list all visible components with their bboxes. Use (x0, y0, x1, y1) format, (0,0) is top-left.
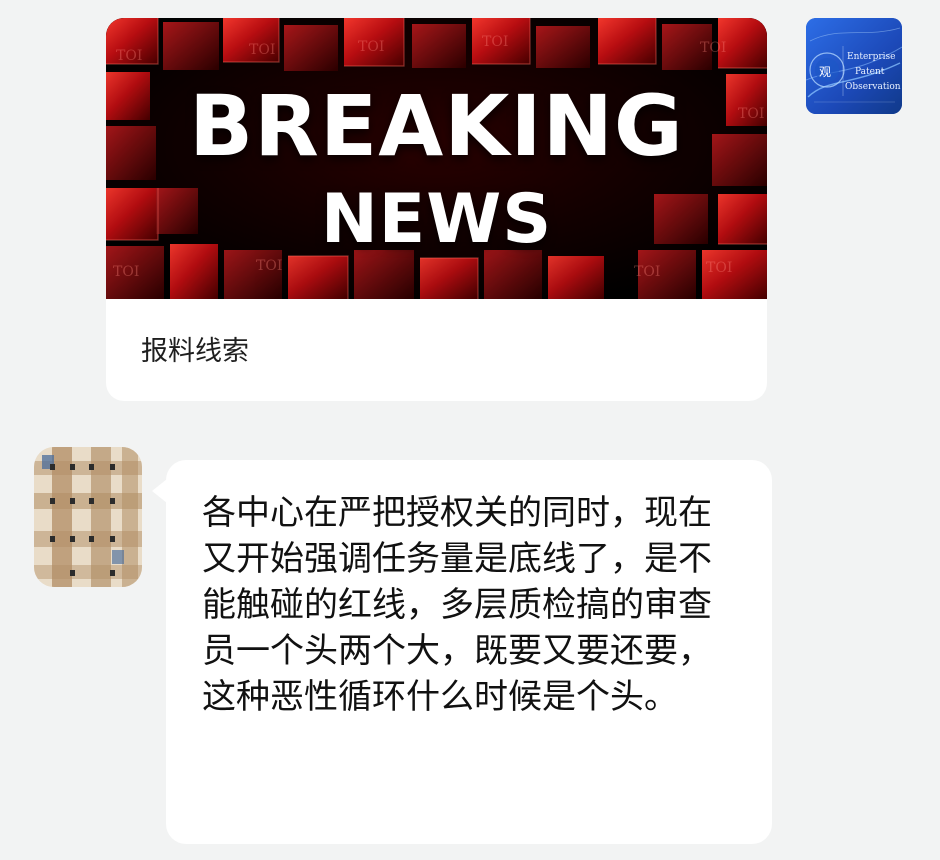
banner-headline-line-2: NEWS (320, 180, 553, 259)
toi-watermark: TOI (482, 34, 508, 50)
cubes-top-row (106, 18, 767, 71)
official-account-avatar[interactable]: 观 Enterprise Patent Observation (806, 18, 902, 114)
logo-text-patent: Patent (855, 67, 885, 77)
toi-watermark: TOI (249, 42, 275, 58)
message-bubble[interactable]: 各中心在严把授权关的同时，现在又开始强调任务量是底线了，是不能触碰的红线，多层质… (166, 460, 772, 844)
toi-watermark: TOI (706, 260, 732, 276)
toi-watermark: TOI (700, 40, 726, 56)
toi-watermark: TOI (634, 264, 660, 280)
toi-watermark: TOI (358, 39, 384, 55)
toi-watermark: TOI (113, 264, 139, 280)
message-bubble-tail (152, 479, 167, 503)
toi-watermark: TOI (116, 48, 142, 64)
article-card-title[interactable]: 报料线索 (141, 334, 249, 370)
article-card[interactable]: TOI TOI TOI TOI TOI TOI TOI TOI TOI TOI … (106, 18, 767, 401)
logo-chinese-character: 观 (819, 65, 832, 79)
logo-text-enterprise: Enterprise (847, 52, 896, 62)
breaking-news-banner[interactable]: TOI TOI TOI TOI TOI TOI TOI TOI TOI TOI … (106, 18, 767, 299)
logo-text-observation: Observation (845, 82, 901, 92)
pixelated-avatar-pattern (34, 447, 142, 587)
toi-watermark: TOI (256, 258, 282, 274)
message-text[interactable]: 各中心在严把授权关的同时，现在又开始强调任务量是底线了，是不能触碰的红线，多层质… (202, 490, 722, 720)
user-avatar[interactable] (34, 447, 142, 587)
banner-headline-line-1: BREAKING (189, 77, 684, 175)
